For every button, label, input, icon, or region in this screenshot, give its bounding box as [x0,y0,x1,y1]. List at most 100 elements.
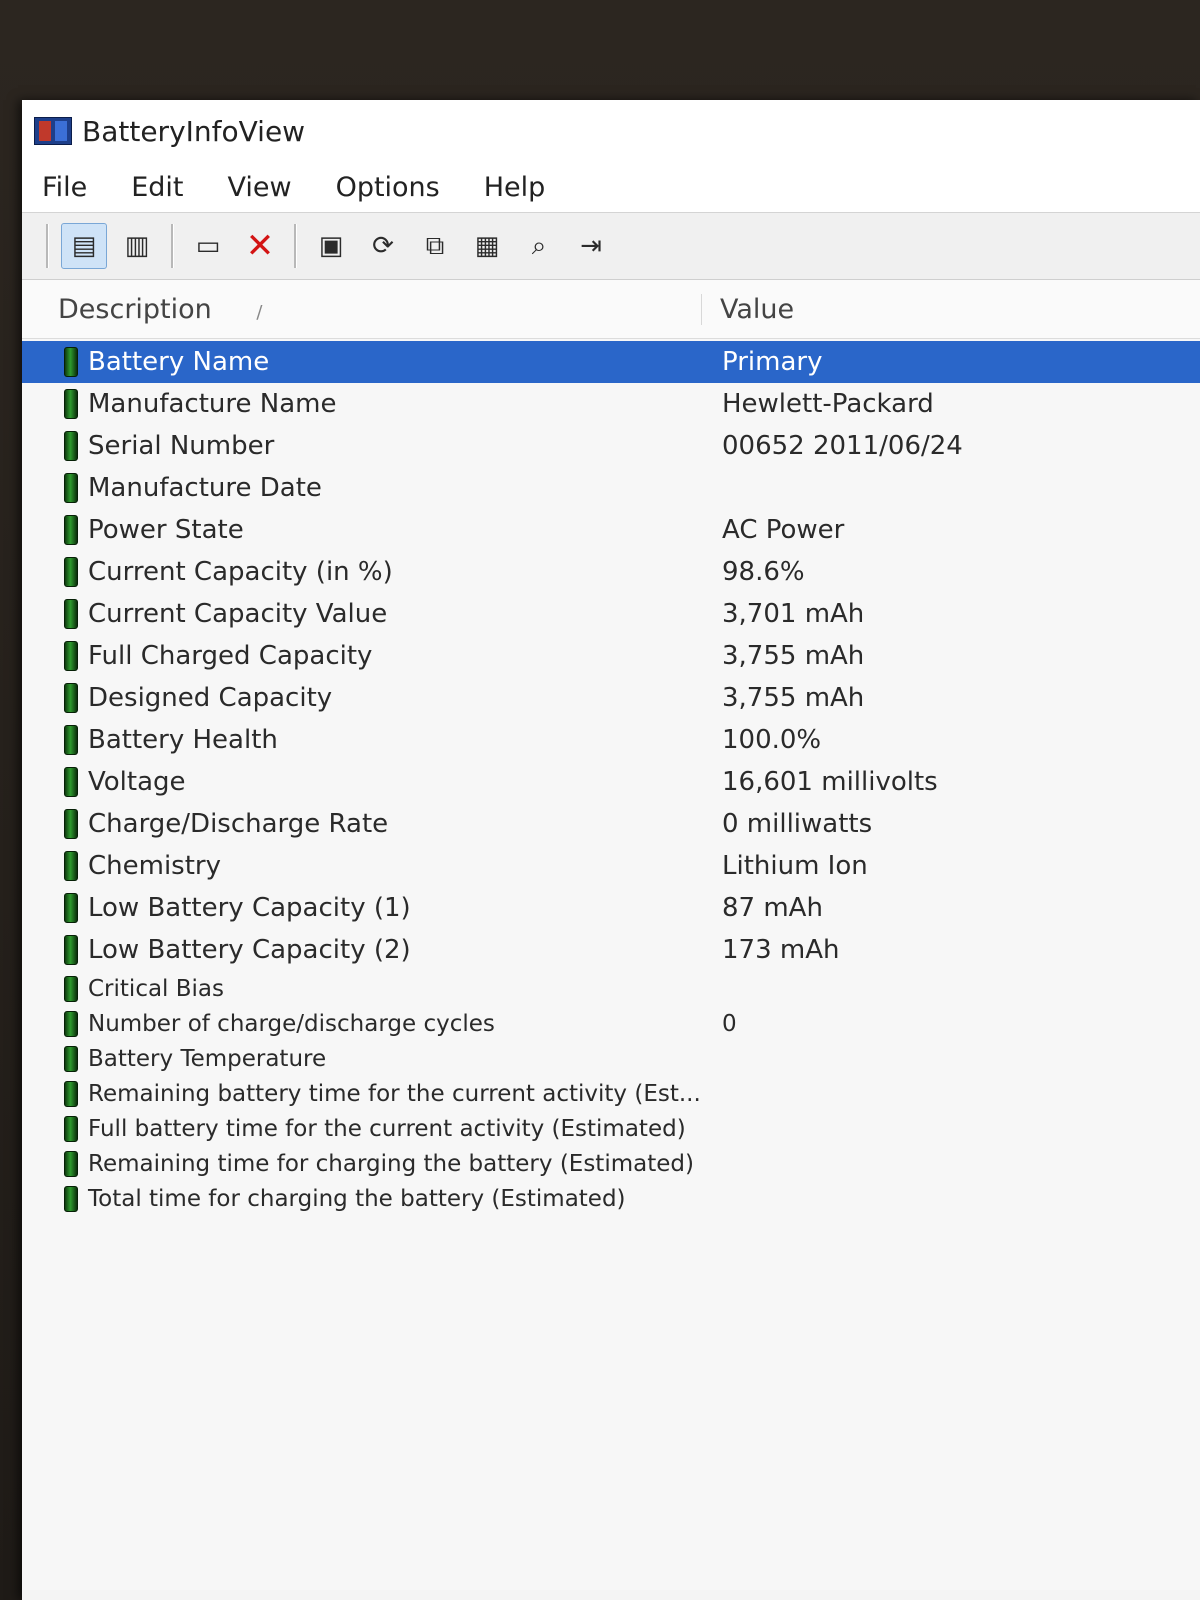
row-label: Power State [88,515,244,545]
row-value: 3,701 mAh [722,599,865,629]
list-row[interactable]: Chemistry Lithium Ion [22,845,1200,887]
exit-icon[interactable]: ⇥ [569,224,613,268]
toolbar-separator [46,224,49,268]
row-label: Manufacture Date [88,473,322,503]
properties-icon[interactable]: ▤ [61,223,107,269]
list-row[interactable]: Battery Health 100.0% [22,719,1200,761]
row-label: Remaining battery time for the current a… [88,1080,701,1107]
row-description: Battery Health [22,725,702,755]
row-value: 98.6% [722,557,805,587]
list-row[interactable]: Critical Bias [22,971,1200,1006]
list-row[interactable]: Manufacture Date [22,467,1200,509]
row-description: Battery Temperature [22,1045,702,1072]
list-row[interactable]: Low Battery Capacity (2) 173 mAh [22,929,1200,971]
options-icon[interactable]: ▦ [465,224,509,268]
copy-icon[interactable]: ⧉ [413,224,457,268]
battery-icon [64,1080,78,1107]
row-description: Critical Bias [22,975,702,1002]
list-row[interactable]: Battery Name Primary [22,341,1200,383]
battery-icon [64,599,78,629]
list-row[interactable]: Total time for charging the battery (Est… [22,1181,1200,1216]
row-label: Battery Name [88,347,270,377]
clipboard-icon[interactable]: ▥ [115,224,159,268]
menu-bar: File Edit View Options Help [22,162,1200,213]
row-description: Low Battery Capacity (1) [22,893,702,923]
refresh-icon[interactable]: ⟳ [361,224,405,268]
row-description: Chemistry [22,851,702,881]
row-value: 16,601 millivolts [722,767,938,797]
delete-icon[interactable]: ✕ [238,224,282,268]
row-value: 3,755 mAh [722,683,865,713]
row-label: Remaining time for charging the battery … [88,1150,694,1177]
list-row[interactable]: Full battery time for the current activi… [22,1111,1200,1146]
list-row[interactable]: Manufacture Name Hewlett-Packard [22,383,1200,425]
row-label: Number of charge/discharge cycles [88,1010,495,1037]
sort-indicator-icon: / [256,301,263,323]
toolbar: ▤ ▥ ▭ ✕ ▣ ⟳ ⧉ ▦ ⌕ ⇥ [22,213,1200,280]
row-value: Hewlett-Packard [722,389,934,419]
battery-icon [64,431,78,461]
menu-file[interactable]: File [36,170,93,205]
row-value: 87 mAh [722,893,823,923]
find-icon[interactable]: ⌕ [517,224,561,268]
list-row[interactable]: Remaining battery time for the current a… [22,1076,1200,1111]
list-row[interactable]: Battery Temperature [22,1041,1200,1076]
row-label: Current Capacity Value [88,599,388,629]
battery-icon [64,683,78,713]
list-row[interactable]: Current Capacity (in %) 98.6% [22,551,1200,593]
list-row[interactable]: Charge/Discharge Rate 0 milliwatts [22,803,1200,845]
row-description: Battery Name [22,347,702,377]
column-header-value[interactable]: Value [702,294,794,325]
list-row[interactable]: Remaining time for charging the battery … [22,1146,1200,1181]
column-header-description[interactable]: Description / [22,293,702,325]
row-value: 0 milliwatts [722,809,873,839]
row-value: 00652 2011/06/24 [722,431,963,461]
save-icon[interactable]: ▣ [309,224,353,268]
battery-info-list[interactable]: Description / Value Battery Name Primary… [22,280,1200,1590]
window-icon[interactable]: ▭ [186,224,230,268]
row-label: Low Battery Capacity (1) [88,893,411,923]
battery-icon [64,1010,78,1037]
list-row[interactable]: Power State AC Power [22,509,1200,551]
column-header-description-label: Description [58,293,212,325]
row-label: Designed Capacity [88,683,333,713]
battery-icon [64,935,78,965]
battery-icon [64,557,78,587]
list-row[interactable]: Voltage 16,601 millivolts [22,761,1200,803]
menu-options[interactable]: Options [330,170,446,205]
menu-help[interactable]: Help [478,170,552,205]
row-description: Manufacture Name [22,389,702,419]
row-label: Full battery time for the current activi… [88,1115,686,1142]
toolbar-separator [294,224,297,268]
row-description: Remaining time for charging the battery … [22,1150,702,1177]
row-label: Total time for charging the battery (Est… [88,1185,626,1212]
row-label: Voltage [88,767,186,797]
battery-icon [64,725,78,755]
row-description: Full Charged Capacity [22,641,702,671]
list-row[interactable]: Low Battery Capacity (1) 87 mAh [22,887,1200,929]
battery-icon [64,809,78,839]
list-row[interactable]: Number of charge/discharge cycles 0 [22,1006,1200,1041]
row-label: Manufacture Name [88,389,337,419]
row-description: Charge/Discharge Rate [22,809,702,839]
row-label: Full Charged Capacity [88,641,373,671]
row-description: Current Capacity Value [22,599,702,629]
row-label: Chemistry [88,851,221,881]
title-bar[interactable]: BatteryInfoView [22,100,1200,162]
row-value: AC Power [722,515,845,545]
row-value: 100.0% [722,725,822,755]
row-label: Serial Number [88,431,275,461]
row-description: Full battery time for the current activi… [22,1115,702,1142]
menu-view[interactable]: View [221,170,297,205]
row-description: Manufacture Date [22,473,702,503]
list-rows: Battery Name Primary Manufacture Name He… [22,339,1200,1216]
row-description: Remaining battery time for the current a… [22,1080,702,1107]
list-row[interactable]: Serial Number 00652 2011/06/24 [22,425,1200,467]
list-row[interactable]: Full Charged Capacity 3,755 mAh [22,635,1200,677]
window-title: BatteryInfoView [82,114,306,148]
list-row[interactable]: Designed Capacity 3,755 mAh [22,677,1200,719]
menu-edit[interactable]: Edit [125,170,189,205]
list-header: Description / Value [22,280,1200,339]
list-row[interactable]: Current Capacity Value 3,701 mAh [22,593,1200,635]
row-value: 0 [722,1010,737,1037]
